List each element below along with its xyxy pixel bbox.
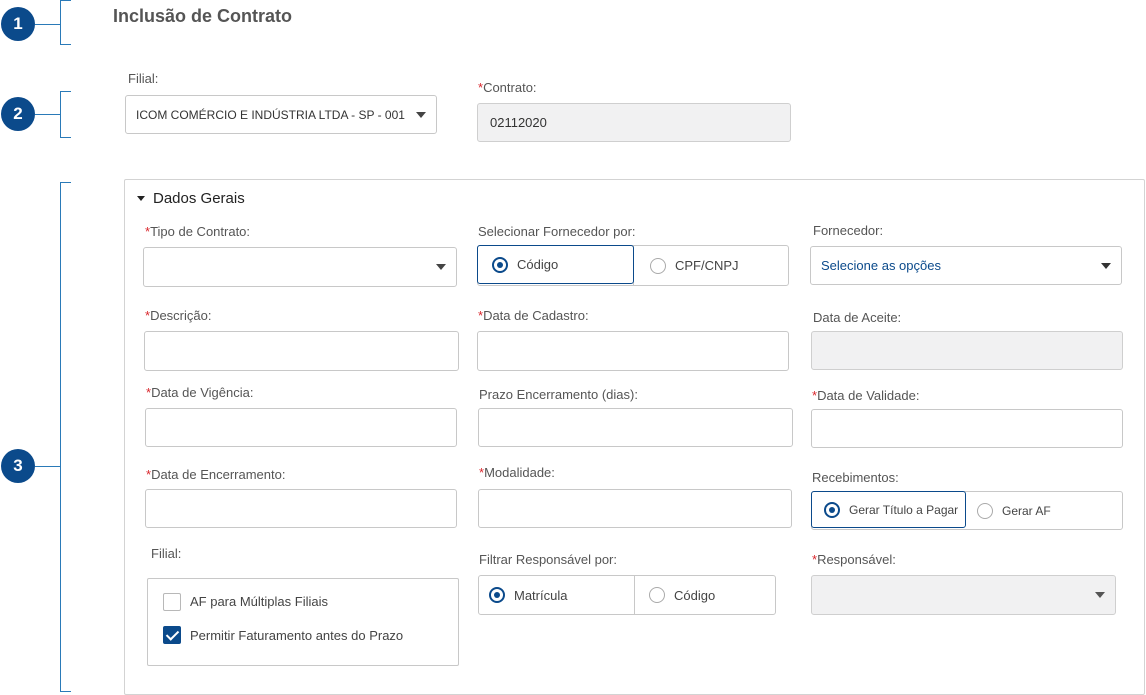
data-vigencia-label-text: Data de Vigência:: [151, 385, 254, 400]
filial-opcoes-label: Filial:: [151, 546, 182, 561]
data-validade-label: *Data de Validade:: [812, 388, 919, 403]
selecionar-fornecedor-label: Selecionar Fornecedor por:: [478, 224, 636, 239]
contrato-field-value: 02112020: [490, 115, 547, 130]
radio-option-codigo-responsavel[interactable]: Código: [635, 576, 775, 614]
responsavel-label-text: Responsável:: [817, 552, 896, 567]
data-encerramento-input[interactable]: [145, 489, 457, 528]
data-vigencia-label: *Data de Vigência:: [146, 385, 253, 400]
radio-label: Código: [517, 257, 559, 272]
permitir-faturamento-checkbox[interactable]: [163, 626, 181, 644]
filial-select-value: ICOM COMÉRCIO E INDÚSTRIA LTDA - SP - 00…: [136, 107, 405, 122]
radio-icon: [489, 587, 505, 603]
filial-opcoes-box: [147, 578, 459, 666]
radio-label: Gerar Título a Pagar: [849, 502, 959, 517]
radio-label: Matrícula: [514, 587, 568, 603]
responsavel-label: *Responsável:: [812, 552, 896, 567]
selecionar-fornecedor-radio-group: Código CPF/CNPJ: [477, 245, 789, 286]
radio-option-matricula[interactable]: Matrícula: [479, 576, 634, 614]
tipo-contrato-select[interactable]: [143, 247, 457, 287]
radio-icon: [649, 587, 665, 603]
data-validade-label-text: Data de Validade:: [817, 388, 920, 403]
filial-label: Filial:: [128, 71, 159, 86]
caret-down-icon: [137, 196, 145, 201]
filial-select[interactable]: ICOM COMÉRCIO E INDÚSTRIA LTDA - SP - 00…: [125, 95, 437, 134]
modalidade-label-text: Modalidade:: [484, 465, 555, 480]
radio-label: Código: [674, 587, 716, 603]
radio-option-codigo[interactable]: Código: [477, 245, 634, 284]
radio-label: Gerar AF: [1002, 503, 1051, 518]
prazo-encerramento-input[interactable]: [478, 408, 793, 447]
tipo-contrato-label-text: Tipo de Contrato:: [150, 224, 251, 239]
radio-icon: [977, 502, 993, 519]
badge-connector-1: [35, 24, 60, 25]
descricao-input[interactable]: [144, 331, 459, 371]
step-badge-1: 1: [1, 7, 35, 41]
data-cadastro-label-text: Data de Cadastro:: [483, 308, 589, 323]
data-cadastro-label: *Data de Cadastro:: [478, 308, 589, 323]
radio-icon: [492, 256, 508, 273]
section-bracket-1: [60, 0, 71, 45]
data-validade-input[interactable]: [811, 409, 1123, 448]
section-bracket-3: [60, 182, 71, 692]
data-aceite-label: Data de Aceite:: [813, 310, 902, 325]
radio-icon: [650, 257, 666, 274]
section-bracket-2: [60, 91, 71, 138]
af-multiplas-filiais-label: AF para Múltiplas Filiais: [190, 594, 328, 609]
chevron-down-icon: [1101, 262, 1111, 269]
data-cadastro-input[interactable]: [477, 331, 789, 371]
recebimentos-label: Recebimentos:: [812, 470, 899, 485]
fornecedor-select-value: Selecione as opções: [821, 258, 941, 273]
dados-gerais-toggle[interactable]: Dados Gerais: [137, 190, 245, 207]
descricao-label: *Descrição:: [145, 308, 211, 323]
permitir-faturamento-label: Permitir Faturamento antes do Prazo: [190, 628, 404, 643]
contrato-label-text: Contrato:: [483, 80, 537, 95]
descricao-label-text: Descrição:: [150, 308, 212, 323]
af-multiplas-filiais-checkbox[interactable]: [163, 593, 181, 611]
filtrar-responsavel-label: Filtrar Responsável por:: [479, 552, 617, 567]
data-aceite-input: [811, 331, 1123, 370]
badge-connector-3: [35, 466, 60, 467]
step-badge-2: 2: [1, 97, 35, 131]
data-vigencia-input[interactable]: [145, 408, 457, 447]
recebimentos-radio-group: Gerar Título a Pagar Gerar AF: [811, 491, 1123, 530]
modalidade-label: *Modalidade:: [479, 465, 555, 480]
step-badge-3: 3: [1, 449, 35, 483]
chevron-down-icon: [436, 264, 446, 270]
chevron-down-icon: [1095, 592, 1105, 598]
page-title: Inclusão de Contrato: [113, 6, 293, 26]
section-title: Dados Gerais: [153, 190, 245, 207]
prazo-encerramento-label: Prazo Encerramento (dias):: [479, 387, 638, 402]
modalidade-input[interactable]: [478, 489, 792, 528]
fornecedor-select[interactable]: Selecione as opções: [810, 246, 1122, 285]
tipo-contrato-label: *Tipo de Contrato:: [145, 224, 250, 239]
radio-option-gerar-af[interactable]: Gerar AF: [965, 492, 1122, 529]
contrato-label: *Contrato:: [478, 80, 537, 95]
radio-option-gerar-titulo[interactable]: Gerar Título a Pagar: [811, 491, 966, 528]
filtrar-responsavel-radio-group: Matrícula Código: [478, 575, 776, 615]
responsavel-select: [811, 575, 1116, 615]
radio-label: CPF/CNPJ: [675, 258, 739, 273]
badge-connector-2: [35, 114, 60, 115]
radio-option-cpf-cnpj[interactable]: CPF/CNPJ: [634, 246, 788, 285]
contrato-field: 02112020: [477, 103, 791, 142]
data-encerramento-label: *Data de Encerramento:: [146, 467, 285, 482]
data-encerramento-label-text: Data de Encerramento:: [151, 467, 286, 482]
radio-icon: [824, 501, 840, 518]
fornecedor-label: Fornecedor:: [813, 223, 884, 238]
chevron-down-icon: [416, 111, 426, 118]
